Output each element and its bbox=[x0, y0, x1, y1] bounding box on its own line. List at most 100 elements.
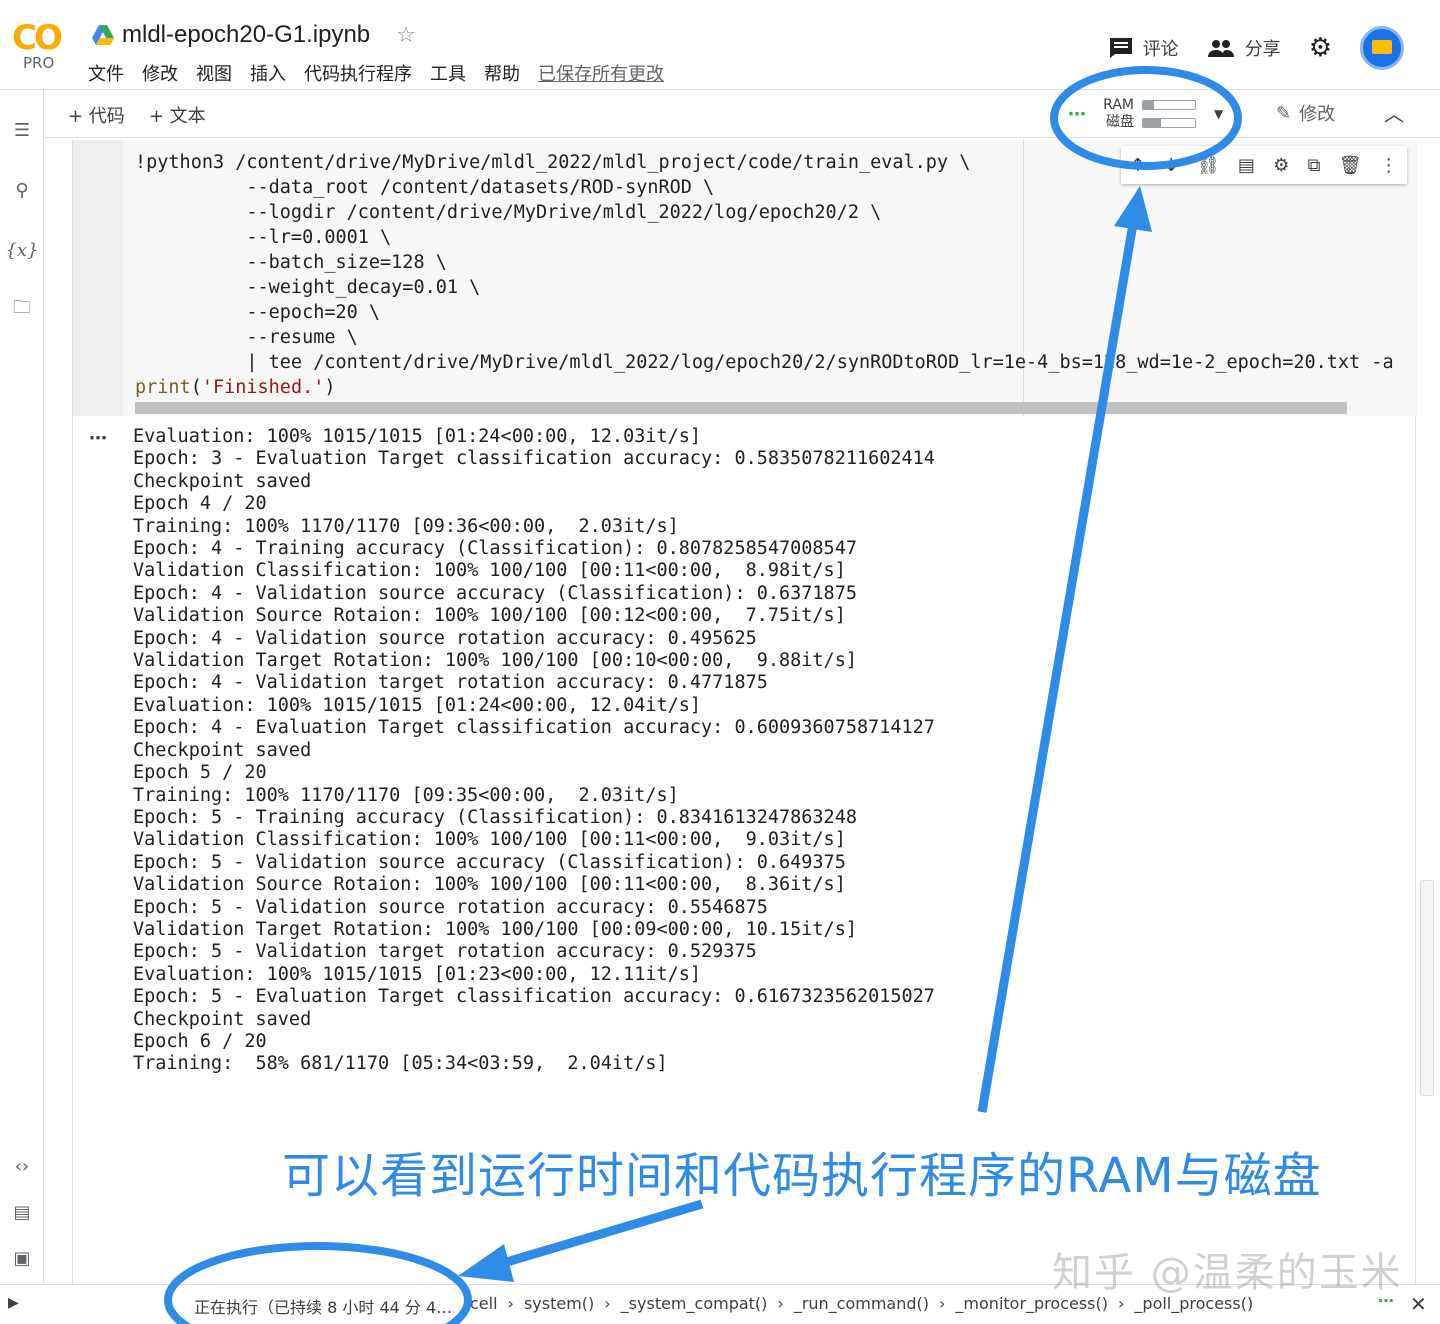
left-sidebar: ☰ ⚲ {x} 🗀 ‹› ▤ ▣ bbox=[0, 90, 44, 1284]
menu-view[interactable]: 视图 bbox=[196, 60, 232, 86]
link-icon[interactable]: ⛓ bbox=[1197, 155, 1220, 176]
move-up-icon[interactable]: ↑ bbox=[1130, 155, 1145, 176]
output-line: Epoch: 5 - Validation source accuracy (C… bbox=[133, 851, 846, 873]
output-line: Epoch: 4 - Validation source rotation ac… bbox=[133, 627, 757, 649]
output-line: Epoch: 5 - Validation source rotation ac… bbox=[133, 896, 768, 918]
ram-bar bbox=[1142, 100, 1196, 110]
menu-tools[interactable]: 工具 bbox=[430, 60, 466, 86]
code-line: --resume \ bbox=[135, 327, 358, 348]
output-line: Epoch: 5 - Validation target rotation ac… bbox=[133, 941, 757, 963]
command-palette-icon[interactable]: ▤ bbox=[8, 1198, 36, 1226]
output-line: Evaluation: 100% 1015/1015 [01:24<00:00,… bbox=[133, 694, 702, 716]
close-icon[interactable]: ✕ bbox=[1410, 1292, 1427, 1316]
user-avatar[interactable] bbox=[1360, 26, 1404, 70]
saved-status-link[interactable]: 已保存所有更改 bbox=[538, 60, 664, 86]
add-code-button[interactable]: + 代码 bbox=[68, 102, 125, 128]
add-text-button[interactable]: + 文本 bbox=[149, 102, 206, 128]
notebook-title[interactable]: mldl-epoch20-G1.ipynb bbox=[122, 21, 370, 49]
menu-runtime[interactable]: 代码执行程序 bbox=[304, 60, 412, 86]
output-line: Epoch 5 / 20 bbox=[133, 762, 267, 784]
edit-mode-button[interactable]: ✎ 修改 bbox=[1276, 100, 1335, 126]
output-line: Validation Target Rotation: 100% 100/100… bbox=[133, 918, 857, 940]
stack-frame[interactable]: _system_compat() bbox=[621, 1294, 768, 1313]
output-line: Checkpoint saved bbox=[133, 739, 312, 761]
output-menu-icon[interactable]: ⋯ bbox=[89, 428, 107, 449]
chevron-right-icon: › bbox=[604, 1294, 611, 1313]
chevron-right-icon: › bbox=[777, 1294, 784, 1313]
cell-toolbar: ↑ ↓ ⛓ ▤ ⚙ ⧉ 🗑 ⋮ bbox=[1121, 146, 1407, 184]
code-editor[interactable]: !python3 /content/drive/MyDrive/mldl_202… bbox=[73, 140, 1417, 416]
ram-bar-fill bbox=[1143, 101, 1155, 109]
search-icon[interactable]: ⚲ bbox=[8, 176, 36, 204]
code-snippets-icon[interactable]: ‹› bbox=[8, 1152, 36, 1180]
output-line: Epoch 6 / 20 bbox=[133, 1030, 267, 1052]
stack-frame[interactable]: cell bbox=[470, 1294, 498, 1313]
edit-label: 修改 bbox=[1299, 104, 1336, 125]
chevron-up-icon[interactable]: ︿ bbox=[1384, 98, 1404, 127]
more-options-icon[interactable]: ⋮ bbox=[1380, 155, 1398, 176]
output-line: Epoch: 4 - Training accuracy (Classifica… bbox=[133, 538, 857, 560]
output-line: Epoch: 5 - Evaluation Target classificat… bbox=[133, 986, 935, 1008]
title-row: mldl-epoch20-G1.ipynb ☆ bbox=[92, 18, 416, 52]
folder-icon[interactable]: 🗀 bbox=[8, 296, 36, 324]
code-line: --lr=0.0001 \ bbox=[135, 227, 392, 248]
output-line: Validation Target Rotation: 100% 100/100… bbox=[133, 650, 857, 672]
code-line: --epoch=20 \ bbox=[135, 302, 381, 323]
disk-label: 磁盘 bbox=[1106, 114, 1134, 130]
share-label: 分享 bbox=[1244, 39, 1281, 60]
settings-gear-icon[interactable]: ⚙ bbox=[1309, 33, 1332, 63]
vertical-scrollbar[interactable] bbox=[1420, 880, 1434, 1096]
move-down-icon[interactable]: ↓ bbox=[1163, 155, 1178, 176]
mirror-cell-icon[interactable]: ⧉ bbox=[1308, 155, 1321, 176]
cell-gutter bbox=[73, 140, 123, 416]
logo-pro-badge: PRO bbox=[23, 54, 55, 72]
output-line: Checkpoint saved bbox=[133, 1008, 312, 1030]
comment-button[interactable]: 评论 bbox=[1109, 35, 1179, 61]
horizontal-scrollbar[interactable] bbox=[135, 402, 1347, 414]
output-line: Evaluation: 100% 1015/1015 [01:23<00:00,… bbox=[133, 963, 702, 985]
share-button[interactable]: 分享 bbox=[1207, 35, 1281, 61]
chevron-down-icon[interactable]: ▼ bbox=[1214, 107, 1223, 121]
drive-icon bbox=[92, 25, 114, 45]
code-line: --weight_decay=0.01 \ bbox=[135, 277, 481, 298]
stack-frame[interactable]: system() bbox=[524, 1294, 594, 1313]
ram-label: RAM bbox=[1103, 97, 1134, 113]
star-icon[interactable]: ☆ bbox=[396, 23, 416, 48]
code-line: --logdir /content/drive/MyDrive/mldl_202… bbox=[135, 202, 882, 223]
variables-icon[interactable]: {x} bbox=[5, 236, 38, 264]
code-cell[interactable]: !python3 /content/drive/MyDrive/mldl_202… bbox=[72, 140, 1417, 1284]
cell-output: Evaluation: 100% 1015/1015 [01:24<00:00,… bbox=[133, 426, 935, 1076]
chevron-right-icon: › bbox=[507, 1294, 514, 1313]
stack-frame[interactable]: _run_command() bbox=[794, 1294, 929, 1313]
watermark: 知乎 @温柔的玉米 bbox=[1052, 1250, 1403, 1296]
disk-bar-fill bbox=[1143, 119, 1162, 127]
resource-monitor[interactable]: ⋯ RAM 磁盘 ▼ bbox=[1068, 96, 1232, 132]
output-line: Epoch: 3 - Evaluation Target classificat… bbox=[133, 448, 935, 470]
toc-list-icon[interactable]: ☰ bbox=[8, 116, 36, 144]
code-line: print('Finished.') bbox=[135, 377, 336, 398]
colab-logo[interactable]: CO PRO bbox=[12, 18, 72, 74]
menu-help[interactable]: 帮助 bbox=[484, 60, 520, 86]
delete-icon[interactable]: 🗑 bbox=[1339, 155, 1362, 176]
notebook-toolbar: + 代码 + 文本 ⋯ RAM 磁盘 ▼ ✎ 修改 ︿ bbox=[0, 90, 1440, 138]
code-text[interactable]: !python3 /content/drive/MyDrive/mldl_202… bbox=[135, 150, 1394, 400]
output-line: Validation Source Rotaion: 100% 100/100 … bbox=[133, 605, 846, 627]
output-line: Training: 100% 1170/1170 [09:35<00:00, 2… bbox=[133, 784, 679, 806]
chevron-right-icon: › bbox=[939, 1294, 946, 1313]
comment-label: 评论 bbox=[1142, 39, 1179, 60]
menu-edit[interactable]: 修改 bbox=[142, 60, 178, 86]
resource-labels: RAM 磁盘 bbox=[1094, 97, 1134, 131]
menu-file[interactable]: 文件 bbox=[88, 60, 124, 86]
comment-cell-icon[interactable]: ▤ bbox=[1238, 155, 1255, 176]
execution-status[interactable]: 正在执行（已持续 8 小时 44 分 4… bbox=[194, 1294, 452, 1318]
terminal-icon[interactable]: ▣ bbox=[8, 1244, 36, 1272]
header-actions: 评论 分享 ⚙ bbox=[1109, 26, 1404, 70]
people-icon bbox=[1207, 40, 1234, 57]
menu-insert[interactable]: 插入 bbox=[250, 60, 286, 86]
runtime-busy-icon: ⋯ bbox=[1068, 103, 1086, 125]
expand-status-icon[interactable]: ▶ bbox=[8, 1295, 19, 1311]
cell-settings-icon[interactable]: ⚙ bbox=[1273, 155, 1289, 176]
resource-bars bbox=[1142, 100, 1196, 128]
insert-buttons: + 代码 + 文本 bbox=[68, 102, 206, 128]
output-line: Evaluation: 100% 1015/1015 [01:24<00:00,… bbox=[133, 426, 702, 447]
